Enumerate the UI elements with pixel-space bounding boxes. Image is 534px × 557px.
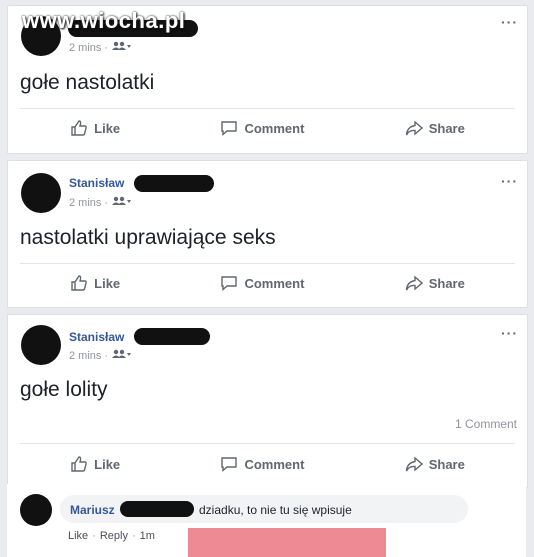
share-label: Share [428,275,465,291]
friends-icon[interactable] [111,196,132,209]
like-icon [71,275,87,291]
like-label: Like [94,456,121,472]
post-3: Stanisław 2 mins · ··· gołe lolity 1 Com… [7,314,528,488]
post-author[interactable]: Stanisław [69,330,124,344]
share-button[interactable]: Share [405,274,465,292]
comment-like-link[interactable]: Like [68,530,88,542]
post-2: Stanisław 2 mins · ··· nastolatki uprawi… [7,160,528,308]
meta-separator: · [104,196,109,209]
commenter-avatar[interactable] [20,494,52,526]
comment-icon [221,457,238,473]
divider [20,263,515,264]
watermark-logo: www.wiocha.pl [22,8,186,33]
share-icon [405,120,423,136]
overlay-bar [188,528,386,557]
post-actions: Like Comment Share [20,268,515,298]
divider [20,443,515,444]
meta-separator: · [104,41,109,54]
like-icon [71,456,87,472]
post-meta: 2 mins · [69,349,132,362]
comment-label: Comment [244,120,305,136]
meta-separator: · [104,349,109,362]
redacted-name [134,175,214,192]
share-icon [405,456,423,472]
comment-button[interactable]: Comment [220,274,304,292]
post-text: gołe nastolatki [20,71,155,94]
comment-reply-link[interactable]: Reply [100,530,128,542]
comment-button[interactable]: Comment [220,455,304,473]
link-separator: · [131,530,136,542]
more-options-icon[interactable]: ··· [501,325,518,341]
like-button[interactable]: Like [70,274,120,292]
comment-links: Like · Reply · 1m [68,530,155,542]
post-actions: Like Comment Share [20,449,515,479]
link-separator: · [92,530,96,542]
post-text: gołe lolity [20,378,108,401]
post-text: nastolatki uprawiające seks [20,226,276,249]
comment-author[interactable]: Mariusz [70,503,115,517]
comment-label: Comment [244,456,305,472]
post-author[interactable]: Stanisław [69,176,124,190]
like-label: Like [94,275,121,291]
share-label: Share [428,120,465,136]
more-options-icon[interactable]: ··· [501,14,518,30]
post-time[interactable]: 2 mins [69,350,101,362]
post-time[interactable]: 2 mins [69,42,101,54]
like-label: Like [94,120,121,136]
friends-icon[interactable] [111,349,132,362]
share-icon [405,275,423,291]
friends-icon[interactable] [111,41,132,54]
comment-icon [221,276,238,292]
avatar[interactable] [21,325,61,365]
share-button[interactable]: Share [405,119,465,137]
comment-icon [221,121,238,137]
comment-count[interactable]: 1 Comment [455,417,517,431]
redacted-name [134,328,210,345]
comment-text: dziadku, to nie tu się wpisuje [199,503,352,517]
like-button[interactable]: Like [70,119,120,137]
redacted-name [120,501,194,517]
comment-button[interactable]: Comment [220,119,304,137]
divider [20,108,515,109]
share-label: Share [428,456,465,472]
comment-bubble: Mariusz dziadku, to nie tu się wpisuje [60,495,468,523]
avatar[interactable] [21,173,61,213]
post-actions: Like Comment Share [20,113,515,143]
more-options-icon[interactable]: ··· [501,173,518,189]
like-icon [71,120,87,136]
post-meta: 2 mins · [69,41,132,54]
like-button[interactable]: Like [70,455,120,473]
post-time[interactable]: 2 mins [69,197,101,209]
comment-time[interactable]: 1m [140,530,155,542]
post-meta: 2 mins · [69,196,132,209]
comment-label: Comment [244,275,305,291]
share-button[interactable]: Share [405,455,465,473]
